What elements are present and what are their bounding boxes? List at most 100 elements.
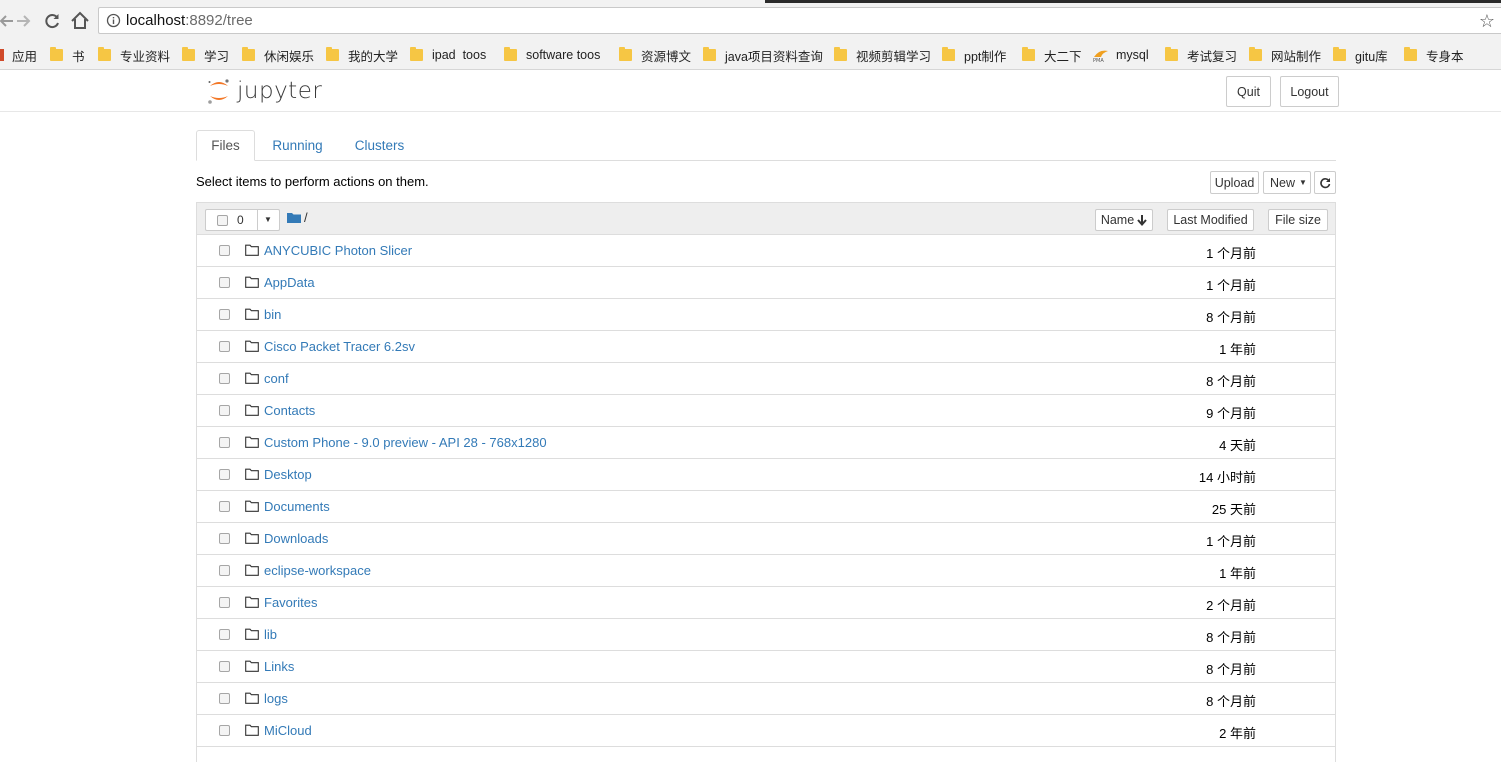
item-name-link[interactable]: Favorites <box>264 595 317 610</box>
sort-by-file-size-button[interactable]: File size <box>1268 209 1328 231</box>
logout-button[interactable]: Logout <box>1280 76 1339 107</box>
row-checkbox[interactable] <box>219 693 230 704</box>
item-modified: 8 个月前 <box>1206 630 1256 645</box>
row-checkbox[interactable] <box>219 725 230 736</box>
item-name-link[interactable]: Contacts <box>264 403 315 418</box>
forward-icon[interactable] <box>12 10 34 32</box>
file-list-row[interactable]: ANYCUBIC Photon Slicer 1 个月前 <box>197 235 1335 267</box>
item-name-link[interactable]: Cisco Packet Tracer 6.2sv <box>264 339 415 354</box>
bookmark-folder[interactable]: 专业资料 <box>98 45 170 65</box>
tab-files[interactable]: Files <box>196 130 255 161</box>
info-icon[interactable] <box>106 13 121 28</box>
upload-button[interactable]: Upload <box>1210 171 1259 194</box>
bookmark-folder[interactable]: java项目资料查询 <box>703 45 823 65</box>
row-checkbox[interactable] <box>219 277 230 288</box>
bookmark-folder[interactable]: 学习 <box>182 45 229 65</box>
row-checkbox[interactable] <box>219 533 230 544</box>
quit-button[interactable]: Quit <box>1226 76 1271 107</box>
breadcrumb[interactable]: / <box>304 210 308 225</box>
item-name-link[interactable]: Desktop <box>264 467 312 482</box>
home-icon[interactable] <box>69 10 91 32</box>
item-name-link[interactable]: lib <box>264 627 277 642</box>
bookmark-mysql[interactable]: PMA mysql <box>1093 45 1149 65</box>
item-modified: 1 个月前 <box>1206 278 1256 293</box>
file-list-row[interactable]: lib 8 个月前 <box>197 619 1335 651</box>
main-tabs: Files Running Clusters <box>196 130 1336 161</box>
browser-toolbar: localhost:8892/tree ☆ <box>0 0 1501 42</box>
item-name-link[interactable]: conf <box>264 371 289 386</box>
row-checkbox[interactable] <box>219 245 230 256</box>
bookmark-folder[interactable]: 资源博文 <box>619 45 691 65</box>
item-name-link[interactable]: Custom Phone - 9.0 preview - API 28 - 76… <box>264 435 547 450</box>
bookmark-folder[interactable]: 书 <box>50 45 85 65</box>
item-name-link[interactable]: AppData <box>264 275 315 290</box>
row-checkbox[interactable] <box>219 565 230 576</box>
row-checkbox[interactable] <box>219 341 230 352</box>
tab-running[interactable]: Running <box>260 130 335 161</box>
row-checkbox[interactable] <box>219 437 230 448</box>
file-list-row[interactable]: eclipse-workspace 1 年前 <box>197 555 1335 587</box>
row-checkbox[interactable] <box>219 661 230 672</box>
file-list-row[interactable]: Documents 25 天前 <box>197 491 1335 523</box>
bookmark-apps[interactable]: 应用 <box>0 45 37 65</box>
bookmark-folder[interactable]: software toos <box>504 45 600 65</box>
item-name-link[interactable]: Downloads <box>264 531 328 546</box>
sort-by-last-modified-button[interactable]: Last Modified <box>1167 209 1254 231</box>
reload-icon[interactable] <box>41 10 63 32</box>
file-list-row[interactable]: AppData 1 个月前 <box>197 267 1335 299</box>
file-list-row[interactable]: Desktop 14 小时前 <box>197 459 1335 491</box>
item-name-link[interactable]: Documents <box>264 499 330 514</box>
bookmark-folder[interactable]: ppt制作 <box>942 45 1006 65</box>
address-bar[interactable]: localhost:8892/tree ☆ <box>98 7 1501 34</box>
select-all-dropdown[interactable]: 0 ▼ <box>205 209 280 231</box>
bookmark-folder[interactable]: 我的大学 <box>326 45 398 65</box>
refresh-button[interactable] <box>1314 171 1336 194</box>
bookmark-folder[interactable]: 专身本 <box>1404 45 1464 65</box>
file-list-row[interactable]: Links 8 个月前 <box>197 651 1335 683</box>
row-checkbox[interactable] <box>219 501 230 512</box>
row-checkbox[interactable] <box>219 469 230 480</box>
file-list-row[interactable]: bin 8 个月前 <box>197 299 1335 331</box>
bookmark-star-icon[interactable]: ☆ <box>1479 11 1495 32</box>
folder-icon[interactable] <box>287 212 301 223</box>
jupyter-header: jupyter Quit Logout <box>0 70 1501 112</box>
bookmark-folder[interactable]: 休闲娱乐 <box>242 45 314 65</box>
jupyter-logo-icon <box>208 79 229 104</box>
new-dropdown-button[interactable]: New ▼ <box>1263 171 1311 194</box>
url-text[interactable]: localhost:8892/tree <box>126 12 253 29</box>
file-list-row[interactable]: Downloads 1 个月前 <box>197 523 1335 555</box>
refresh-icon <box>1320 177 1331 188</box>
bookmark-folder[interactable]: 大二下 <box>1022 45 1082 65</box>
tab-clusters[interactable]: Clusters <box>342 130 417 161</box>
row-checkbox[interactable] <box>219 309 230 320</box>
item-name-link[interactable]: bin <box>264 307 281 322</box>
file-list-row[interactable]: Custom Phone - 9.0 preview - API 28 - 76… <box>197 427 1335 459</box>
row-checkbox[interactable] <box>219 597 230 608</box>
row-checkbox[interactable] <box>219 373 230 384</box>
item-name-link[interactable]: MiCloud <box>264 723 312 738</box>
file-list-row[interactable]: Cisco Packet Tracer 6.2sv 1 年前 <box>197 331 1335 363</box>
row-checkbox[interactable] <box>219 629 230 640</box>
item-modified: 8 个月前 <box>1206 662 1256 677</box>
bookmark-folder[interactable]: 视频剪辑学习 <box>834 45 931 65</box>
bookmark-folder[interactable]: ipad toos <box>410 45 486 65</box>
file-list-row[interactable]: logs 8 个月前 <box>197 683 1335 715</box>
bookmark-folder[interactable]: 考试复习 <box>1165 45 1237 65</box>
item-modified: 1 年前 <box>1219 566 1256 581</box>
bookmark-folder[interactable]: 网站制作 <box>1249 45 1321 65</box>
item-name-link[interactable]: ANYCUBIC Photon Slicer <box>264 243 412 258</box>
file-list-row[interactable]: MiCloud 2 年前 <box>197 715 1335 747</box>
sort-by-name-button[interactable]: Name <box>1095 209 1153 231</box>
file-list-row[interactable]: Favorites 2 个月前 <box>197 587 1335 619</box>
item-name-link[interactable]: logs <box>264 691 288 706</box>
jupyter-logo[interactable]: jupyter <box>207 76 322 106</box>
svg-text:PMA: PMA <box>1093 58 1104 62</box>
item-name-link[interactable]: Links <box>264 659 294 674</box>
select-all-checkbox[interactable] <box>217 215 228 226</box>
item-name-link[interactable]: eclipse-workspace <box>264 563 371 578</box>
row-checkbox[interactable] <box>219 405 230 416</box>
file-list-row[interactable]: Contacts 9 个月前 <box>197 395 1335 427</box>
file-list-row[interactable]: conf 8 个月前 <box>197 363 1335 395</box>
bookmark-folder[interactable]: gitu库 <box>1333 45 1388 65</box>
folder-icon <box>410 47 423 61</box>
